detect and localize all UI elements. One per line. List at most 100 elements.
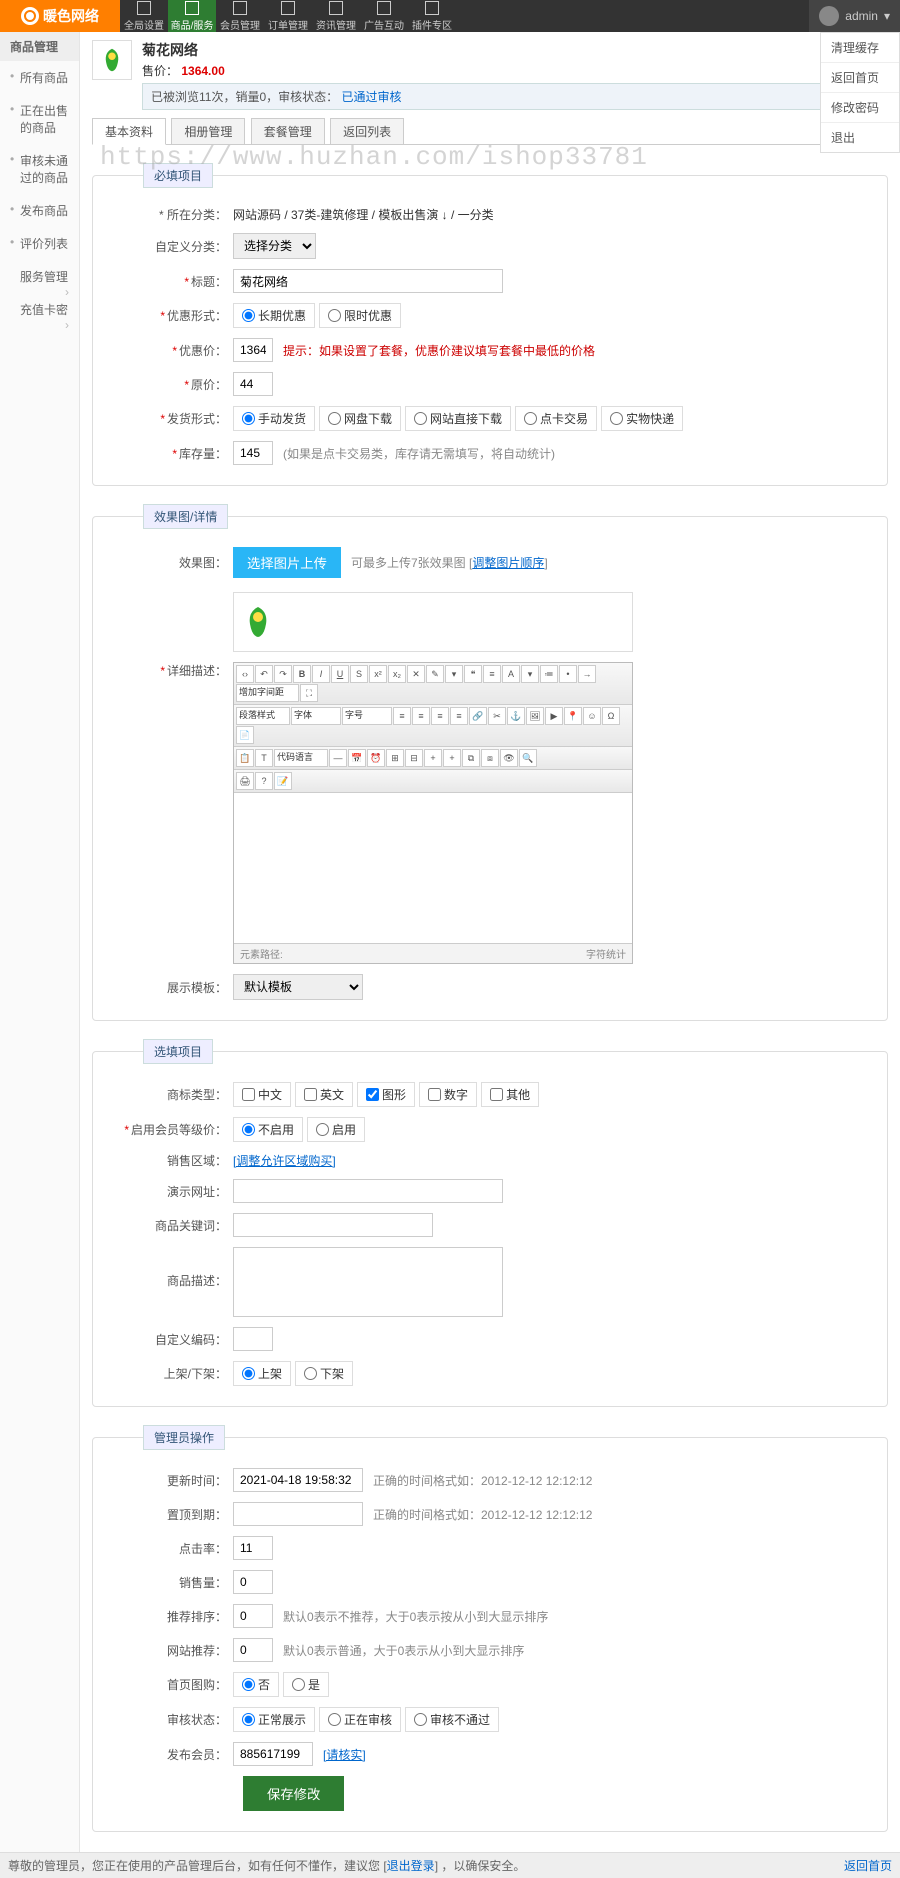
char-icon[interactable]: Ω	[602, 707, 620, 725]
sidebar-item-all[interactable]: 所有商品	[0, 61, 79, 94]
table-del-icon[interactable]: ⊟	[405, 749, 423, 767]
source-icon[interactable]: ‹›	[236, 665, 254, 683]
input-top-expire[interactable]	[233, 1502, 363, 1526]
sidebar-item-reviews[interactable]: 评价列表	[0, 227, 79, 260]
sidebar-group-service[interactable]: 服务管理 ›	[0, 260, 79, 293]
pre-icon[interactable]: ≡	[483, 665, 501, 683]
backcolor-icon[interactable]: ▾	[521, 665, 539, 683]
emoji-icon[interactable]: ☺	[583, 707, 601, 725]
radio-home-yes[interactable]: 是	[283, 1672, 329, 1697]
ol-icon[interactable]: ≔	[540, 665, 558, 683]
input-stock[interactable]	[233, 441, 273, 465]
check-tm-other[interactable]: 其他	[481, 1082, 539, 1107]
input-orig-price[interactable]	[233, 372, 273, 396]
time-icon[interactable]: ⏰	[367, 749, 385, 767]
size-select[interactable]: 字号	[342, 707, 392, 725]
anchor-icon[interactable]: ⚓	[507, 707, 525, 725]
fullscreen-icon[interactable]: ⛶	[300, 684, 318, 702]
sup-icon[interactable]: x²	[369, 665, 387, 683]
undo-icon[interactable]: ↶	[255, 665, 273, 683]
radio-level-on[interactable]: 启用	[307, 1117, 365, 1142]
help-icon[interactable]: ?	[255, 772, 273, 790]
input-custom-code[interactable]	[233, 1327, 273, 1351]
radio-level-off[interactable]: 不启用	[233, 1117, 303, 1142]
input-clicks[interactable]	[233, 1536, 273, 1560]
adjust-order-link[interactable]: 调整图片顺序	[472, 556, 544, 570]
textarea-desc[interactable]	[233, 1247, 503, 1317]
radio-delivery-card[interactable]: 点卡交易	[515, 406, 597, 431]
input-sales[interactable]	[233, 1570, 273, 1594]
input-rec-sort[interactable]	[233, 1604, 273, 1628]
footer-logout-link[interactable]: 退出登录	[387, 1859, 435, 1873]
radio-audit-normal[interactable]: 正常展示	[233, 1707, 315, 1732]
input-promo-price[interactable]	[233, 338, 273, 362]
strike-icon[interactable]: S	[350, 665, 368, 683]
radio-shelf-off[interactable]: 下架	[295, 1361, 353, 1386]
tab-basic[interactable]: 基本资料	[92, 118, 166, 145]
brush-icon[interactable]: ✎	[426, 665, 444, 683]
check-tm-fig[interactable]: 图形	[357, 1082, 415, 1107]
audit-status-link[interactable]: 已通过审核	[341, 90, 401, 104]
menu-clear-cache[interactable]: 清理缓存	[821, 33, 899, 63]
input-publisher[interactable]	[233, 1742, 313, 1766]
preview-icon[interactable]: 👁	[500, 749, 518, 767]
menu-logout[interactable]: 退出	[821, 123, 899, 152]
radio-audit-pending[interactable]: 正在审核	[319, 1707, 401, 1732]
clear-icon[interactable]: ✕	[407, 665, 425, 683]
map-icon[interactable]: 📍	[564, 707, 582, 725]
menu-change-pwd[interactable]: 修改密码	[821, 93, 899, 123]
nav-orders[interactable]: 订单管理	[264, 0, 312, 32]
image-icon[interactable]: 🖼	[526, 707, 544, 725]
sub-icon[interactable]: x₂	[388, 665, 406, 683]
doc-icon[interactable]: 📄	[236, 726, 254, 744]
footer-home-link[interactable]: 返回首页	[844, 1857, 892, 1874]
radio-shelf-on[interactable]: 上架	[233, 1361, 291, 1386]
quote-icon[interactable]: ❝	[464, 665, 482, 683]
brand-logo[interactable]: 暖色网络	[0, 0, 120, 32]
sidebar-group-cards[interactable]: 充值卡密 ›	[0, 293, 79, 326]
nav-plugins[interactable]: 插件专区	[408, 0, 456, 32]
print-icon[interactable]: 🖨	[236, 772, 254, 790]
col-ins-icon[interactable]: +	[443, 749, 461, 767]
search-icon[interactable]: 🔍	[519, 749, 537, 767]
user-menu-trigger[interactable]: admin ▾ 清理缓存 返回首页 修改密码 退出	[809, 0, 900, 32]
unlink-icon[interactable]: ✂	[488, 707, 506, 725]
video-icon[interactable]: ▶	[545, 707, 563, 725]
input-demo-url[interactable]	[233, 1179, 503, 1203]
underline-icon[interactable]: U	[331, 665, 349, 683]
draft-icon[interactable]: 📝	[274, 772, 292, 790]
paragraph-select[interactable]: 段落样式	[236, 707, 290, 725]
highlight-icon[interactable]: ▾	[445, 665, 463, 683]
check-tm-cn[interactable]: 中文	[233, 1082, 291, 1107]
nav-ads[interactable]: 广告互动	[360, 0, 408, 32]
table-icon[interactable]: ⊞	[386, 749, 404, 767]
select-template[interactable]: 默认模板	[233, 974, 363, 1000]
forecolor-icon[interactable]: A	[502, 665, 520, 683]
upload-button[interactable]: 选择图片上传	[233, 547, 341, 578]
radio-delivery-manual[interactable]: 手动发货	[233, 406, 315, 431]
nav-global-settings[interactable]: 全局设置	[120, 0, 168, 32]
select-custom-cat[interactable]: 选择分类	[233, 233, 316, 259]
nav-members[interactable]: 会员管理	[216, 0, 264, 32]
input-web-rec[interactable]	[233, 1638, 273, 1662]
radio-delivery-direct[interactable]: 网站直接下载	[405, 406, 511, 431]
align-just-icon[interactable]: ≡	[450, 707, 468, 725]
hr-icon[interactable]: —	[329, 749, 347, 767]
input-title[interactable]	[233, 269, 503, 293]
custom-font-select[interactable]: 增加字间距	[236, 684, 299, 702]
tab-package[interactable]: 套餐管理	[251, 118, 325, 144]
pasteplain-icon[interactable]: T	[255, 749, 273, 767]
indent-icon[interactable]: →	[578, 665, 596, 683]
row-ins-icon[interactable]: +	[424, 749, 442, 767]
check-tm-en[interactable]: 英文	[295, 1082, 353, 1107]
check-tm-num[interactable]: 数字	[419, 1082, 477, 1107]
nav-news[interactable]: 资讯管理	[312, 0, 360, 32]
nav-products[interactable]: 商品/服务	[168, 0, 216, 32]
radio-promo-limited[interactable]: 限时优惠	[319, 303, 401, 328]
ul-icon[interactable]: •	[559, 665, 577, 683]
verify-link[interactable]: [请核实]	[323, 1748, 366, 1762]
radio-audit-reject[interactable]: 审核不通过	[405, 1707, 499, 1732]
adjust-area-link[interactable]: [调整允许区域购买]	[233, 1152, 336, 1169]
radio-home-no[interactable]: 否	[233, 1672, 279, 1697]
merge-icon[interactable]: ⧉	[462, 749, 480, 767]
